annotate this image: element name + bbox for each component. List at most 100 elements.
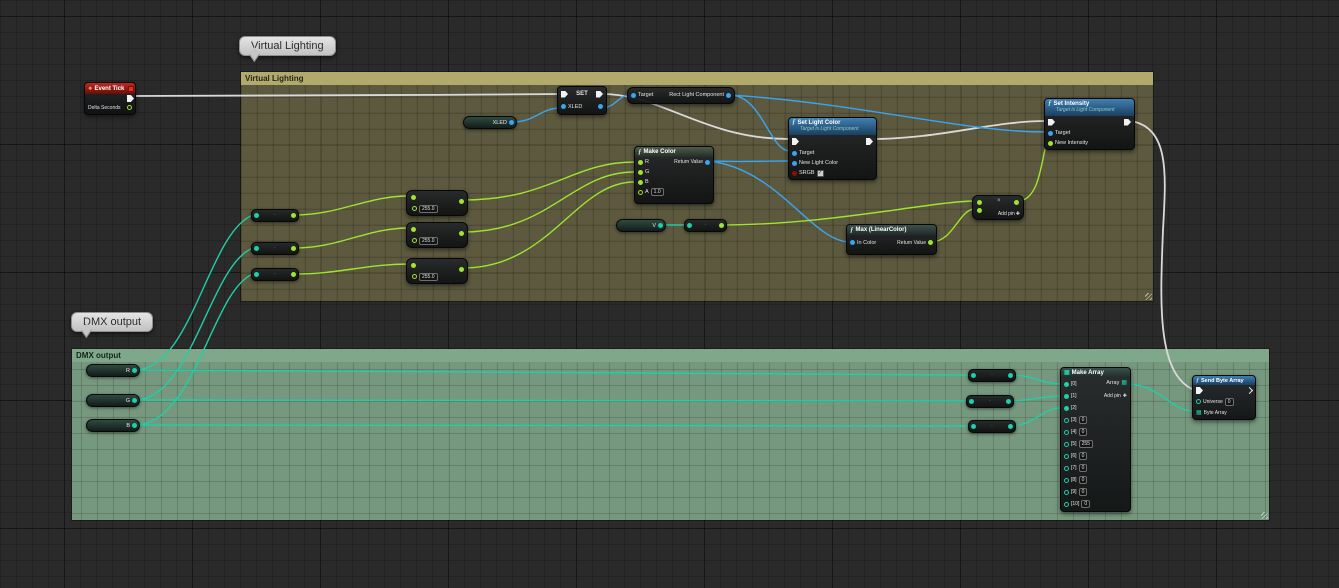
divisor-value-box[interactable]: 255.0 xyxy=(419,273,438,281)
divisor-in-pin[interactable] xyxy=(412,206,417,211)
exec-in-pin[interactable] xyxy=(792,138,799,145)
conv-in-pin[interactable] xyxy=(254,213,259,218)
array-in-pin-4[interactable] xyxy=(1064,430,1069,435)
array-in-pin-2[interactable] xyxy=(1064,406,1069,411)
a-in-pin[interactable] xyxy=(638,190,643,195)
conv-in-pin[interactable] xyxy=(969,399,974,404)
new-light-color-pin[interactable] xyxy=(792,161,797,166)
in-color-pin[interactable] xyxy=(850,240,855,245)
result-out-pin[interactable] xyxy=(459,199,464,204)
v-out-pin[interactable] xyxy=(658,223,663,228)
array-in-pin-0[interactable] xyxy=(1064,382,1069,387)
array-in-pin-10[interactable] xyxy=(1064,502,1069,507)
array-in-pin-7[interactable] xyxy=(1064,466,1069,471)
node-convert-b[interactable]: · xyxy=(968,420,1016,433)
divisor-value-box[interactable]: 255.0 xyxy=(419,205,438,213)
node-convert-byte-to-float-b[interactable]: · xyxy=(251,268,299,281)
multiply-in-pin-a[interactable] xyxy=(977,200,982,205)
node-set-intensity[interactable]: ƒ Set Intensity Target is Light Componen… xyxy=(1044,98,1135,150)
dividend-in-pin[interactable] xyxy=(411,263,416,268)
node-set-light-color[interactable]: ƒ Set Light Color Target is Light Compon… xyxy=(788,117,877,180)
value-box[interactable]: 0 xyxy=(1079,488,1088,496)
divisor-value-box[interactable]: 255.0 xyxy=(419,237,438,245)
add-pin-button[interactable]: Add pin ✚ xyxy=(1104,393,1127,399)
conv-in-pin[interactable] xyxy=(971,424,976,429)
blueprint-graph-canvas[interactable]: Virtual Lighting DMX output xyxy=(0,0,1339,588)
new-intensity-pin[interactable] xyxy=(1048,141,1053,146)
conv-out-pin[interactable] xyxy=(291,272,296,277)
multiply-in-pin-b[interactable] xyxy=(977,208,982,213)
conv-out-pin[interactable] xyxy=(719,223,724,228)
exec-in-pin[interactable] xyxy=(561,91,568,98)
value-box[interactable]: 0 xyxy=(1081,500,1090,508)
value-box[interactable]: 0 xyxy=(1079,452,1088,460)
srgb-pin[interactable] xyxy=(792,171,797,176)
conv-out-pin[interactable] xyxy=(291,213,296,218)
universe-value-box[interactable]: 0 xyxy=(1225,398,1234,406)
divisor-in-pin[interactable] xyxy=(412,238,417,243)
r-out-pin[interactable] xyxy=(132,368,137,373)
node-convert-byte-to-float-g[interactable]: · xyxy=(251,242,299,255)
node-rect-light-component[interactable]: Target Rect Light Component xyxy=(627,87,735,104)
a-value-box[interactable]: 1.0 xyxy=(651,188,664,196)
conv-out-pin[interactable] xyxy=(1008,424,1013,429)
node-make-color[interactable]: ƒ Make Color R Return Value G B A 1.0 xyxy=(634,146,714,204)
exec-out-pin[interactable] xyxy=(596,91,603,98)
array-in-pin-1[interactable] xyxy=(1064,394,1069,399)
node-convert-g[interactable]: · xyxy=(966,395,1014,408)
xled-in-pin[interactable] xyxy=(561,104,566,109)
node-get-g[interactable]: G xyxy=(86,394,140,407)
value-box[interactable]: 0 xyxy=(1079,428,1088,436)
universe-pin[interactable] xyxy=(1196,399,1201,404)
conv-out-pin[interactable] xyxy=(1006,399,1011,404)
b-in-pin[interactable] xyxy=(638,180,643,185)
target-in-pin[interactable] xyxy=(631,93,636,98)
result-out-pin[interactable] xyxy=(459,267,464,272)
conv-in-pin[interactable] xyxy=(687,223,692,228)
array-out-pin[interactable]: ▦ xyxy=(1121,380,1127,386)
exec-in-pin[interactable] xyxy=(1048,119,1055,126)
node-convert-r[interactable]: · xyxy=(968,369,1016,382)
array-in-pin-5[interactable] xyxy=(1064,442,1069,447)
array-in-pin-3[interactable] xyxy=(1064,418,1069,423)
node-divide-255-b[interactable]: 255.0 xyxy=(406,258,468,284)
node-convert-byte-to-float-v[interactable]: · xyxy=(684,219,727,232)
node-max-linearcolor[interactable]: ƒ Max (LinearColor) In Color Return Valu… xyxy=(846,224,937,255)
array-in-pin-9[interactable] xyxy=(1064,490,1069,495)
return-value-pin[interactable] xyxy=(928,240,933,245)
array-in-pin-6[interactable] xyxy=(1064,454,1069,459)
node-set-xled[interactable]: SET XLED xyxy=(557,86,607,115)
add-pin-button[interactable]: Add pin ✚ xyxy=(998,211,1020,217)
node-event-tick[interactable]: ❖ Event Tick Delta Seconds xyxy=(84,82,136,115)
dividend-in-pin[interactable] xyxy=(411,195,416,200)
target-in-pin[interactable] xyxy=(1048,131,1053,136)
conv-out-pin[interactable] xyxy=(291,246,296,251)
node-get-xled[interactable]: XLED xyxy=(463,116,517,129)
byte-array-in-pin[interactable]: ▦ xyxy=(1196,410,1202,416)
divisor-in-pin[interactable] xyxy=(412,274,417,279)
xled-out-pin[interactable] xyxy=(509,120,514,125)
conv-in-pin[interactable] xyxy=(254,246,259,251)
node-convert-byte-to-float-r[interactable]: · xyxy=(251,209,299,222)
exec-out-pin[interactable] xyxy=(1124,119,1131,126)
xled-out-pin[interactable] xyxy=(598,104,603,109)
multiply-out-pin[interactable] xyxy=(1014,200,1019,205)
array-in-pin-8[interactable] xyxy=(1064,478,1069,483)
node-multiply[interactable]: × Add pin ✚ xyxy=(972,195,1024,220)
conv-in-pin[interactable] xyxy=(971,373,976,378)
conv-out-pin[interactable] xyxy=(1008,373,1013,378)
result-out-pin[interactable] xyxy=(459,231,464,236)
srgb-checkbox[interactable]: ✓ xyxy=(817,170,824,177)
exec-in-pin[interactable] xyxy=(1196,387,1203,394)
node-get-r[interactable]: R xyxy=(86,364,140,377)
dividend-in-pin[interactable] xyxy=(411,227,416,232)
b-out-pin[interactable] xyxy=(132,423,137,428)
value-box[interactable]: 0 xyxy=(1079,416,1088,424)
exec-out-pin[interactable] xyxy=(866,138,873,145)
node-divide-255-r[interactable]: 255.0 xyxy=(406,190,468,216)
node-make-array[interactable]: ▦ Make Array [0] [1] [2] [3]0 [4]0 [5]25… xyxy=(1060,367,1131,512)
target-in-pin[interactable] xyxy=(792,151,797,156)
node-divide-255-g[interactable]: 255.0 xyxy=(406,222,468,248)
g-in-pin[interactable] xyxy=(638,170,643,175)
r-in-pin[interactable] xyxy=(638,160,643,165)
